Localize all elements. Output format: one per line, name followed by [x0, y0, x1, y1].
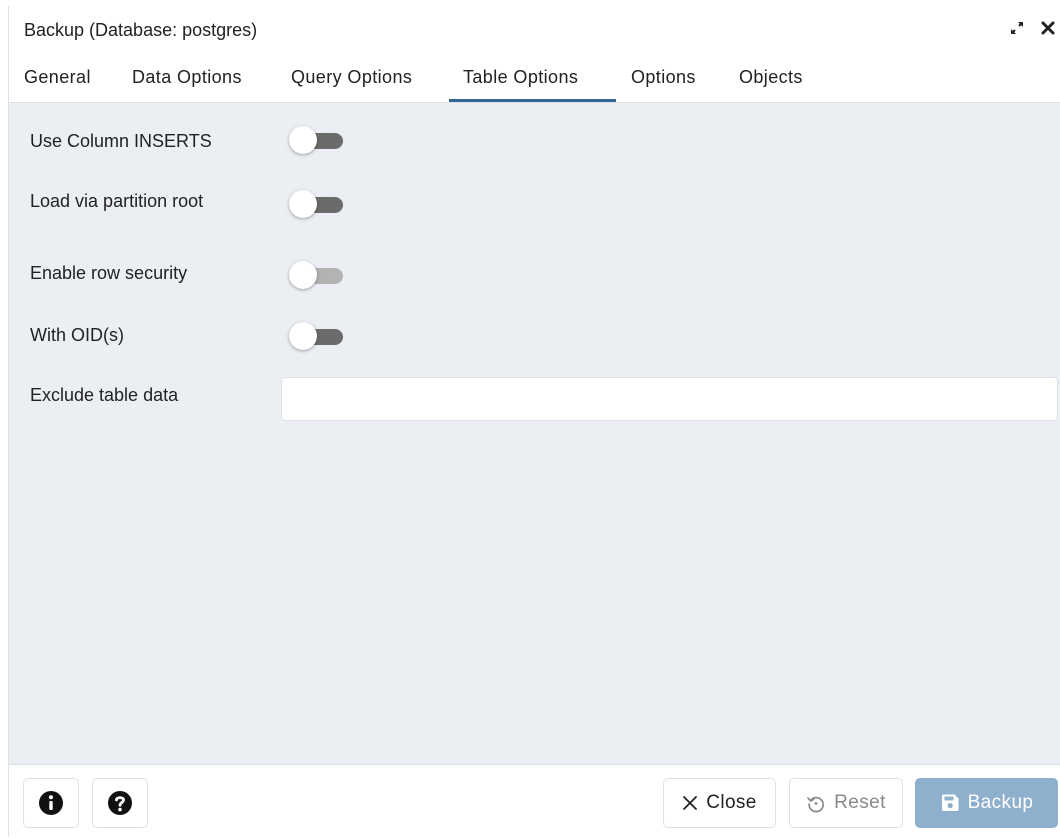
info-button[interactable]	[23, 778, 79, 828]
titlebar-actions	[1008, 19, 1056, 37]
table-options-panel: Use Column INSERTS Load via partition ro…	[9, 103, 1060, 764]
tab-objects[interactable]: Objects	[739, 54, 803, 102]
dialog-titlebar[interactable]: Backup (Database: postgres)	[9, 6, 1060, 55]
backup-button-label: Backup	[967, 792, 1034, 813]
save-icon	[941, 794, 959, 811]
use-column-inserts-label: Use Column INSERTS	[30, 131, 212, 151]
dialog-title: Backup (Database: postgres)	[24, 20, 258, 40]
x-icon	[683, 796, 698, 810]
help-button[interactable]	[92, 778, 148, 828]
close-icon[interactable]	[1040, 20, 1056, 36]
enable-row-security-label: Enable row security	[30, 263, 188, 283]
reset-button-label: Reset	[834, 792, 886, 813]
backup-button[interactable]: Backup	[915, 778, 1058, 828]
help-icon	[108, 791, 132, 815]
load-via-partition-root-toggle[interactable]	[287, 189, 345, 219]
close-button[interactable]: Close	[663, 778, 776, 828]
dialog-footer: Close Reset Backup	[9, 764, 1060, 838]
with-oids-label: With OID(s)	[30, 325, 124, 345]
toggle-knob	[289, 322, 317, 350]
load-via-partition-root-label: Load via partition root	[30, 191, 204, 211]
close-button-label: Close	[706, 792, 757, 813]
tab-general[interactable]: General	[24, 54, 91, 102]
use-column-inserts-toggle[interactable]	[287, 125, 345, 155]
tab-bar: General Data Options Query Options Table…	[9, 54, 1060, 103]
tab-data-options[interactable]: Data Options	[132, 54, 242, 102]
enable-row-security-toggle[interactable]	[287, 260, 345, 290]
with-oids-toggle[interactable]	[287, 321, 345, 351]
tab-options[interactable]: Options	[631, 54, 696, 102]
backup-dialog: Backup (Database: postgres) General Data…	[8, 6, 1060, 838]
toggle-knob	[289, 261, 317, 289]
reset-button[interactable]: Reset	[789, 778, 903, 828]
expand-icon[interactable]	[1008, 19, 1026, 37]
toggle-knob	[289, 126, 317, 154]
tab-table-options[interactable]: Table Options	[449, 54, 616, 102]
tab-query-options[interactable]: Query Options	[291, 54, 412, 102]
toggle-knob	[289, 190, 317, 218]
exclude-table-data-label: Exclude table data	[30, 385, 179, 405]
exclude-table-data-input[interactable]	[281, 377, 1058, 421]
info-icon	[39, 791, 63, 815]
reset-icon	[807, 796, 825, 813]
